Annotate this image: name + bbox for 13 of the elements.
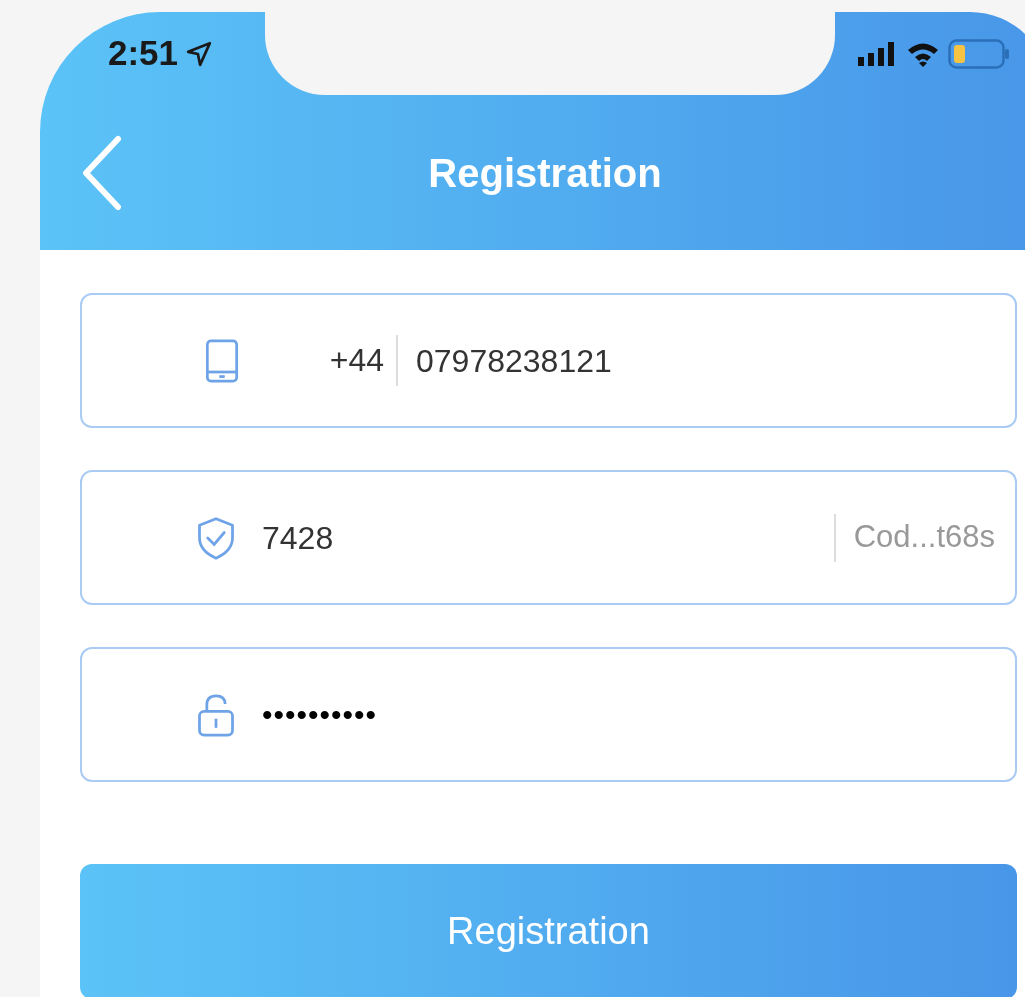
field-value: 07978238121 bbox=[416, 341, 613, 381]
code-field[interactable]: 7428 Cod...t68s bbox=[80, 470, 1017, 605]
phone-field[interactable]: +44 07978238121 bbox=[80, 293, 1017, 428]
field-value: •••••••••• bbox=[262, 697, 379, 733]
password-field[interactable]: •••••••••• bbox=[80, 647, 1017, 782]
field-value: 7428 bbox=[262, 518, 335, 558]
battery-icon bbox=[948, 38, 1010, 69]
back-icon bbox=[80, 135, 124, 211]
country-code[interactable]: +44 bbox=[288, 334, 398, 387]
page-title: Registration bbox=[428, 149, 662, 197]
location-arrow-icon bbox=[186, 40, 213, 67]
back-button[interactable] bbox=[80, 135, 124, 211]
status-time: 2:51 bbox=[108, 32, 179, 75]
